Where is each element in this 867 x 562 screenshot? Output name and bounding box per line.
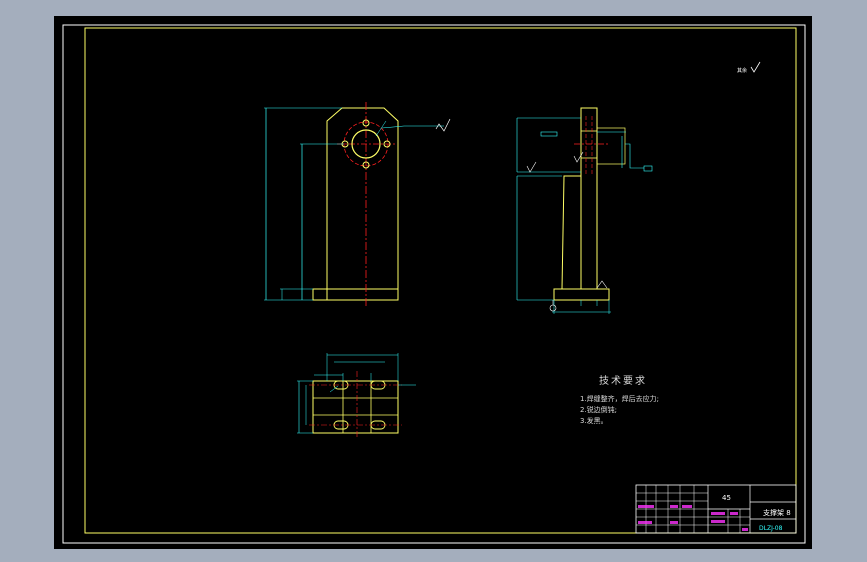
front-view-base — [312, 288, 399, 301]
title-block: 45 支撑架 8 DLZJ-08 — [635, 484, 797, 534]
cad-viewport[interactable]: 其余 技术要求 1.焊缝整齐，焊后去应力; 2.锐边倒钝; 3.发黑。 45 支… — [54, 16, 812, 549]
tech-requirements: 技术要求 1.焊缝整齐，焊后去应力; 2.锐边倒钝; 3.发黑。 — [580, 374, 659, 425]
title-block-material: 45 — [722, 494, 731, 502]
front-view-outline — [326, 107, 399, 300]
roughness-note: 其余 — [737, 61, 761, 74]
tech-title: 技术要求 — [599, 374, 647, 387]
side-plate — [580, 107, 598, 290]
roughness-symbol-icon — [435, 118, 451, 132]
drawing-frame — [84, 27, 797, 534]
title-block-drawing-no: DLZJ-08 — [759, 525, 783, 532]
tech-item-2: 2.锐边倒钝; — [580, 405, 617, 414]
tech-item-1: 1.焊缝整齐，焊后去应力; — [580, 394, 659, 403]
sheet-border — [62, 24, 806, 544]
side-gusset — [561, 175, 581, 290]
top-view — [297, 353, 416, 438]
roughness-note-label: 其余 — [737, 67, 747, 74]
front-view — [264, 102, 451, 306]
roughness-leader — [381, 125, 444, 129]
roughness-check-icon — [750, 61, 761, 73]
side-base — [553, 288, 610, 301]
tech-item-3: 3.发黑。 — [580, 416, 608, 425]
drawing-sheet: 其余 技术要求 1.焊缝整齐，焊后去应力; 2.锐边倒钝; 3.发黑。 45 支… — [62, 24, 806, 544]
title-block-part-name: 支撑架 8 — [763, 508, 791, 517]
side-view — [516, 107, 653, 314]
